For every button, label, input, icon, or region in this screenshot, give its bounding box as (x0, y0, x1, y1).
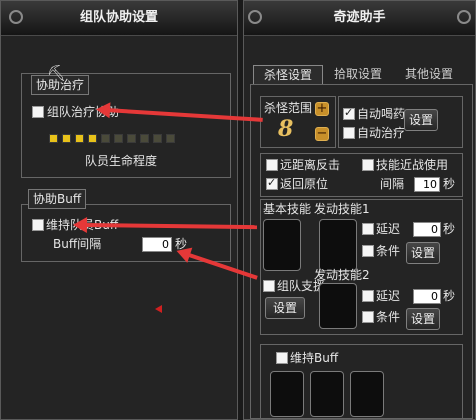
titlebar-ornament-right-icon (457, 10, 471, 24)
health-segment[interactable] (114, 134, 123, 143)
skill2-delay-label: 延迟 (376, 289, 401, 303)
party-support-checkbox[interactable] (263, 280, 275, 292)
potion-settings-button[interactable]: 设置 (404, 109, 438, 131)
team-window-title: 组队协助设置 (79, 10, 158, 25)
active-skill2-slot[interactable] (319, 283, 357, 329)
auto-heal-label: 自动治疗 (357, 126, 406, 140)
maintain-buff-checkbox[interactable] (276, 352, 288, 364)
skill1-condition-checkbox[interactable] (362, 245, 374, 257)
interval-input[interactable]: 10 (414, 177, 440, 192)
auto-potion-checkbox[interactable] (343, 106, 355, 120)
titlebar-ornament-left-icon (248, 10, 262, 24)
skill2-settings-button[interactable]: 设置 (406, 308, 440, 330)
health-segment[interactable] (88, 134, 97, 143)
skill2-delay-input[interactable]: 0 (413, 289, 441, 304)
interval-unit: 秒 (443, 177, 456, 191)
miracle-window-titlebar[interactable]: 奇迹助手 (244, 1, 475, 36)
skill1-delay-unit: 秒 (443, 222, 456, 236)
skill1-delay-label: 延迟 (376, 222, 401, 236)
buff-group-legend: 协助Buff (28, 189, 87, 209)
potion-box (338, 96, 463, 148)
active-skill1-label: 发动技能1 (314, 202, 370, 216)
buff-interval-input[interactable]: 0 (142, 237, 172, 252)
titlebar-ornament-icon (9, 10, 23, 24)
tab-kill-settings-label: 杀怪设置 (263, 68, 312, 82)
tab-other-settings[interactable]: 其他设置 (395, 65, 463, 83)
buff-group (21, 204, 231, 262)
auto-potion-label: 自动喝药 (357, 107, 406, 121)
tab-other-settings-label: 其他设置 (404, 67, 453, 81)
skill-melee-use-label: 技能近战使用 (376, 158, 449, 172)
mouse-cursor-icon: ⛏ (47, 65, 65, 81)
long-range-counter-label: 远距离反击 (280, 158, 341, 172)
team-heal-checkbox[interactable] (32, 106, 44, 118)
health-segment[interactable] (127, 134, 136, 143)
red-marker-icon (155, 305, 162, 313)
buff-slot-2[interactable] (310, 371, 344, 417)
buff-slot-1[interactable] (270, 371, 304, 417)
skill1-settings-button[interactable]: 设置 (406, 242, 440, 264)
health-segment[interactable] (62, 134, 71, 143)
health-segment[interactable] (140, 134, 149, 143)
maintain-member-buff-checkbox[interactable] (32, 219, 44, 231)
kill-range-increase-button[interactable]: + (315, 102, 329, 116)
active-skill2-label: 发动技能2 (314, 268, 370, 282)
health-segment[interactable] (75, 134, 84, 143)
return-origin-label: 返回原位 (280, 177, 329, 191)
skill2-condition-label: 条件 (376, 310, 401, 324)
auto-heal-checkbox[interactable] (343, 127, 355, 139)
skill-melee-use-checkbox[interactable] (362, 159, 374, 171)
return-origin-checkbox[interactable] (266, 176, 278, 190)
health-segment[interactable] (166, 134, 175, 143)
tab-pickup-settings-label: 拾取设置 (333, 67, 382, 81)
interval-label: 间隔 (380, 177, 405, 191)
buff-slot-3[interactable] (350, 371, 384, 417)
active-skill1-slot[interactable] (319, 219, 357, 271)
skill2-delay-checkbox[interactable] (362, 290, 374, 302)
kill-range-value: 8 (278, 116, 294, 142)
team-window-titlebar[interactable]: 组队协助设置 (1, 1, 237, 36)
skill1-delay-checkbox[interactable] (362, 223, 374, 235)
health-segment[interactable] (101, 134, 110, 143)
kill-range-decrease-button[interactable]: − (315, 127, 329, 141)
long-range-counter-checkbox[interactable] (266, 159, 278, 171)
tab-pickup-settings[interactable]: 拾取设置 (324, 65, 392, 83)
miracle-window-title: 奇迹助手 (333, 10, 386, 25)
skill1-delay-input[interactable]: 0 (413, 222, 441, 237)
skill2-condition-checkbox[interactable] (362, 311, 374, 323)
basic-skill-label: 基本技能 (263, 202, 312, 216)
skill1-condition-label: 条件 (376, 244, 401, 258)
team-assist-window: 组队协助设置 协助治疗 ⛏ 组队治疗协助 队员生命程度 协助Buff 维持队员B… (0, 0, 238, 420)
health-segment[interactable] (153, 134, 162, 143)
kill-range-label: 杀怪范围 (264, 101, 313, 115)
buff-legend-label: 协助Buff (33, 192, 82, 206)
health-threshold-slider[interactable] (49, 134, 179, 145)
health-caption: 队员生命程度 (85, 154, 158, 168)
maintain-buff-label: 维持Buff (290, 351, 339, 365)
health-segment[interactable] (49, 134, 58, 143)
basic-skill-slot[interactable] (263, 219, 301, 271)
party-settings-button[interactable]: 设置 (265, 297, 305, 319)
tab-kill-settings[interactable]: 杀怪设置 (253, 65, 323, 84)
buff-interval-label: Buff间隔 (53, 237, 102, 251)
skill2-delay-unit: 秒 (443, 289, 456, 303)
miracle-assistant-window: 奇迹助手 杀怪设置 拾取设置 其他设置 杀怪范围 8 + − 自动喝药 自动治疗… (243, 0, 476, 420)
